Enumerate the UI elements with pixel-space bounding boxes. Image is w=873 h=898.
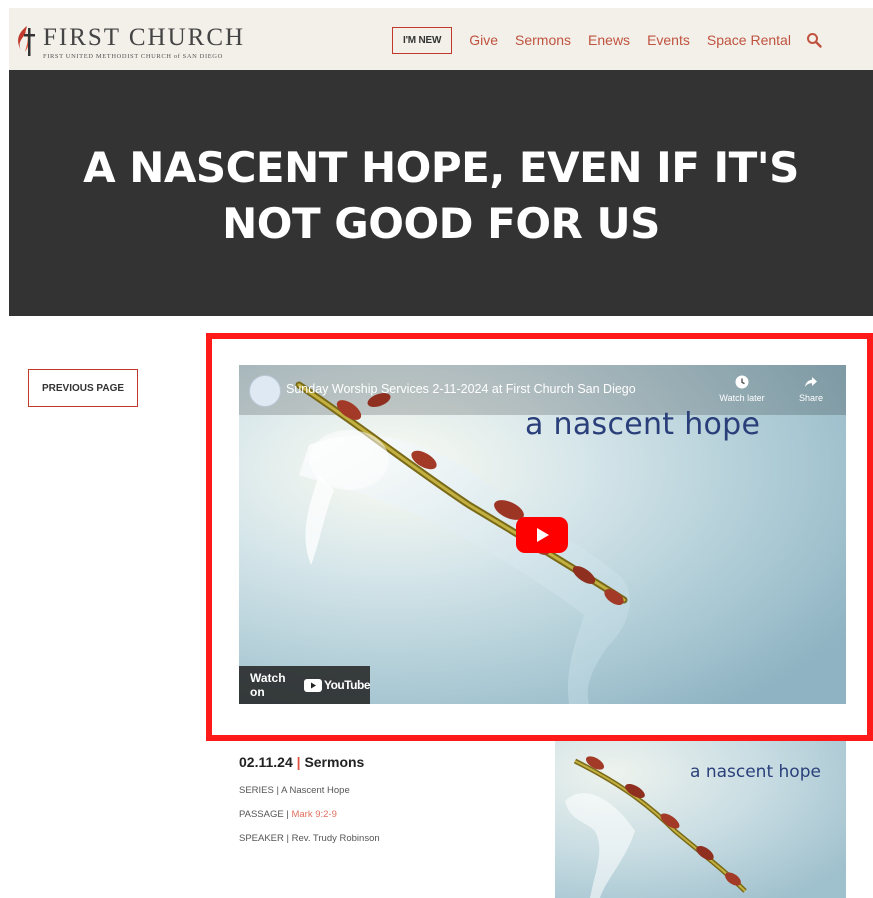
page-title-line-1: A NASCENT HOPE, EVEN IF IT'S <box>83 143 799 192</box>
speaker-label: SPEAKER | <box>239 833 289 844</box>
clock-icon <box>735 375 749 389</box>
youtube-logo: YouTube <box>303 678 371 692</box>
watch-on-youtube-button[interactable]: Watch on YouTube <box>239 666 371 704</box>
thumbnail-overlay-text: a nascent hope <box>690 762 821 782</box>
sermon-series: SERIES | A Nascent Hope <box>239 785 350 796</box>
logo-title: FIRST CHURCH <box>43 24 246 51</box>
youtube-wordmark: YouTube <box>323 678 371 692</box>
video-overlay-text: a nascent hope <box>525 407 761 442</box>
sermon-speaker: SPEAKER | Rev. Trudy Robinson <box>239 833 380 844</box>
speaker-value: Rev. Trudy Robinson <box>291 833 380 844</box>
video-player[interactable]: Sunday Worship Services 2-11-2024 at Fir… <box>239 365 846 704</box>
logo-subtitle: FIRST UNITED METHODIST CHURCH of SAN DIE… <box>43 53 223 60</box>
sermon-thumbnail[interactable]: a nascent hope <box>555 741 846 898</box>
series-value: A Nascent Hope <box>281 785 350 796</box>
nav-enews[interactable]: Enews <box>588 32 630 48</box>
play-button-icon[interactable] <box>516 517 568 553</box>
watch-later-label: Watch later <box>719 393 765 403</box>
video-title[interactable]: Sunday Worship Services 2-11-2024 at Fir… <box>286 382 636 396</box>
page-title: A NASCENT HOPE, EVEN IF IT'S NOT GOOD FO… <box>49 140 833 252</box>
search-icon[interactable] <box>806 32 822 48</box>
youtube-play-icon <box>303 678 322 692</box>
cross-flame-icon <box>18 26 35 56</box>
nav-space-rental[interactable]: Space Rental <box>707 32 791 48</box>
sermon-date-category: 02.11.24 | Sermons <box>239 754 364 770</box>
watch-on-label: Watch on <box>250 671 286 699</box>
share-label: Share <box>798 393 824 403</box>
share-arrow-icon <box>805 377 817 387</box>
main-nav: I'M NEW Give Sermons Enews Events Space … <box>392 26 822 54</box>
sermon-date: 02.11.24 <box>239 754 293 770</box>
sermon-category-link[interactable]: Sermons <box>304 754 364 770</box>
im-new-button[interactable]: I'M NEW <box>392 26 453 54</box>
series-label: SERIES | <box>239 785 279 796</box>
church-logo[interactable]: FIRST CHURCH FIRST UNITED METHODIST CHUR… <box>13 18 273 66</box>
site-header: FIRST CHURCH FIRST UNITED METHODIST CHUR… <box>9 8 873 70</box>
share-button[interactable]: Share <box>793 375 829 403</box>
date-separator: | <box>296 754 301 770</box>
channel-avatar[interactable] <box>249 375 281 407</box>
nav-give[interactable]: Give <box>469 32 498 48</box>
previous-page-button[interactable]: PREVIOUS PAGE <box>28 369 138 407</box>
watch-later-button[interactable]: Watch later <box>717 375 767 403</box>
page-title-line-2: NOT GOOD FOR US <box>222 199 660 248</box>
nav-sermons[interactable]: Sermons <box>515 32 571 48</box>
passage-label: PASSAGE | <box>239 809 289 820</box>
hero-banner: A NASCENT HOPE, EVEN IF IT'S NOT GOOD FO… <box>9 70 873 316</box>
nav-events[interactable]: Events <box>647 32 690 48</box>
passage-link[interactable]: Mark 9:2-9 <box>291 809 336 820</box>
sermon-passage: PASSAGE | Mark 9:2-9 <box>239 809 337 820</box>
